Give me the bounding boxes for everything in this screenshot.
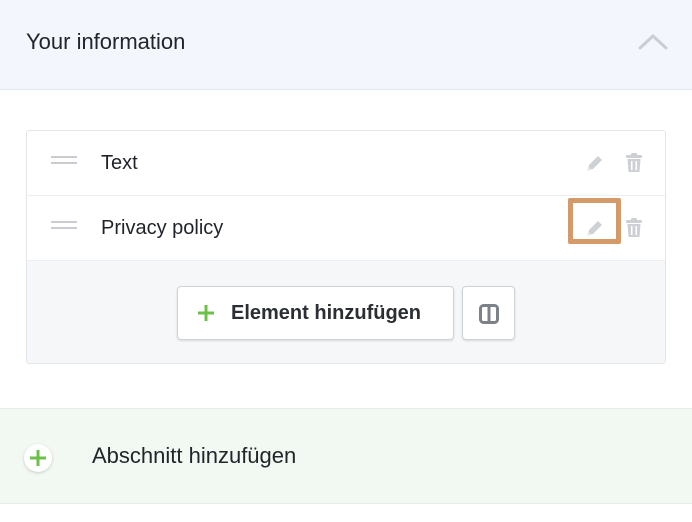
add-element-label: Element hinzufügen xyxy=(231,302,421,324)
section-header: Your information xyxy=(0,0,692,90)
trash-icon[interactable] xyxy=(624,152,644,174)
add-element-button[interactable]: Element hinzufügen xyxy=(177,286,454,340)
chevron-up-icon[interactable] xyxy=(636,32,670,52)
element-row-label: Text xyxy=(101,152,138,174)
add-section-label: Abschnitt hinzufügen xyxy=(92,443,297,468)
drag-handle-icon[interactable] xyxy=(51,156,77,170)
drag-handle-icon[interactable] xyxy=(51,221,77,235)
card-footer: Element hinzufügen xyxy=(27,261,665,363)
trash-icon[interactable] xyxy=(624,217,644,239)
elements-card: Text Privacy policy Element hinzufügen xyxy=(26,130,666,364)
element-row: Privacy policy xyxy=(27,196,665,261)
columns-icon xyxy=(479,304,499,324)
add-section-button[interactable]: Abschnitt hinzufügen xyxy=(0,408,692,504)
plus-icon xyxy=(198,305,214,321)
layout-button[interactable] xyxy=(462,286,515,340)
element-row-label: Privacy policy xyxy=(101,217,224,239)
element-row: Text xyxy=(27,131,665,196)
add-section-plus-icon xyxy=(24,444,52,472)
pencil-icon[interactable] xyxy=(584,152,606,174)
section-title: Your information xyxy=(26,29,186,54)
pencil-icon[interactable] xyxy=(584,217,606,239)
